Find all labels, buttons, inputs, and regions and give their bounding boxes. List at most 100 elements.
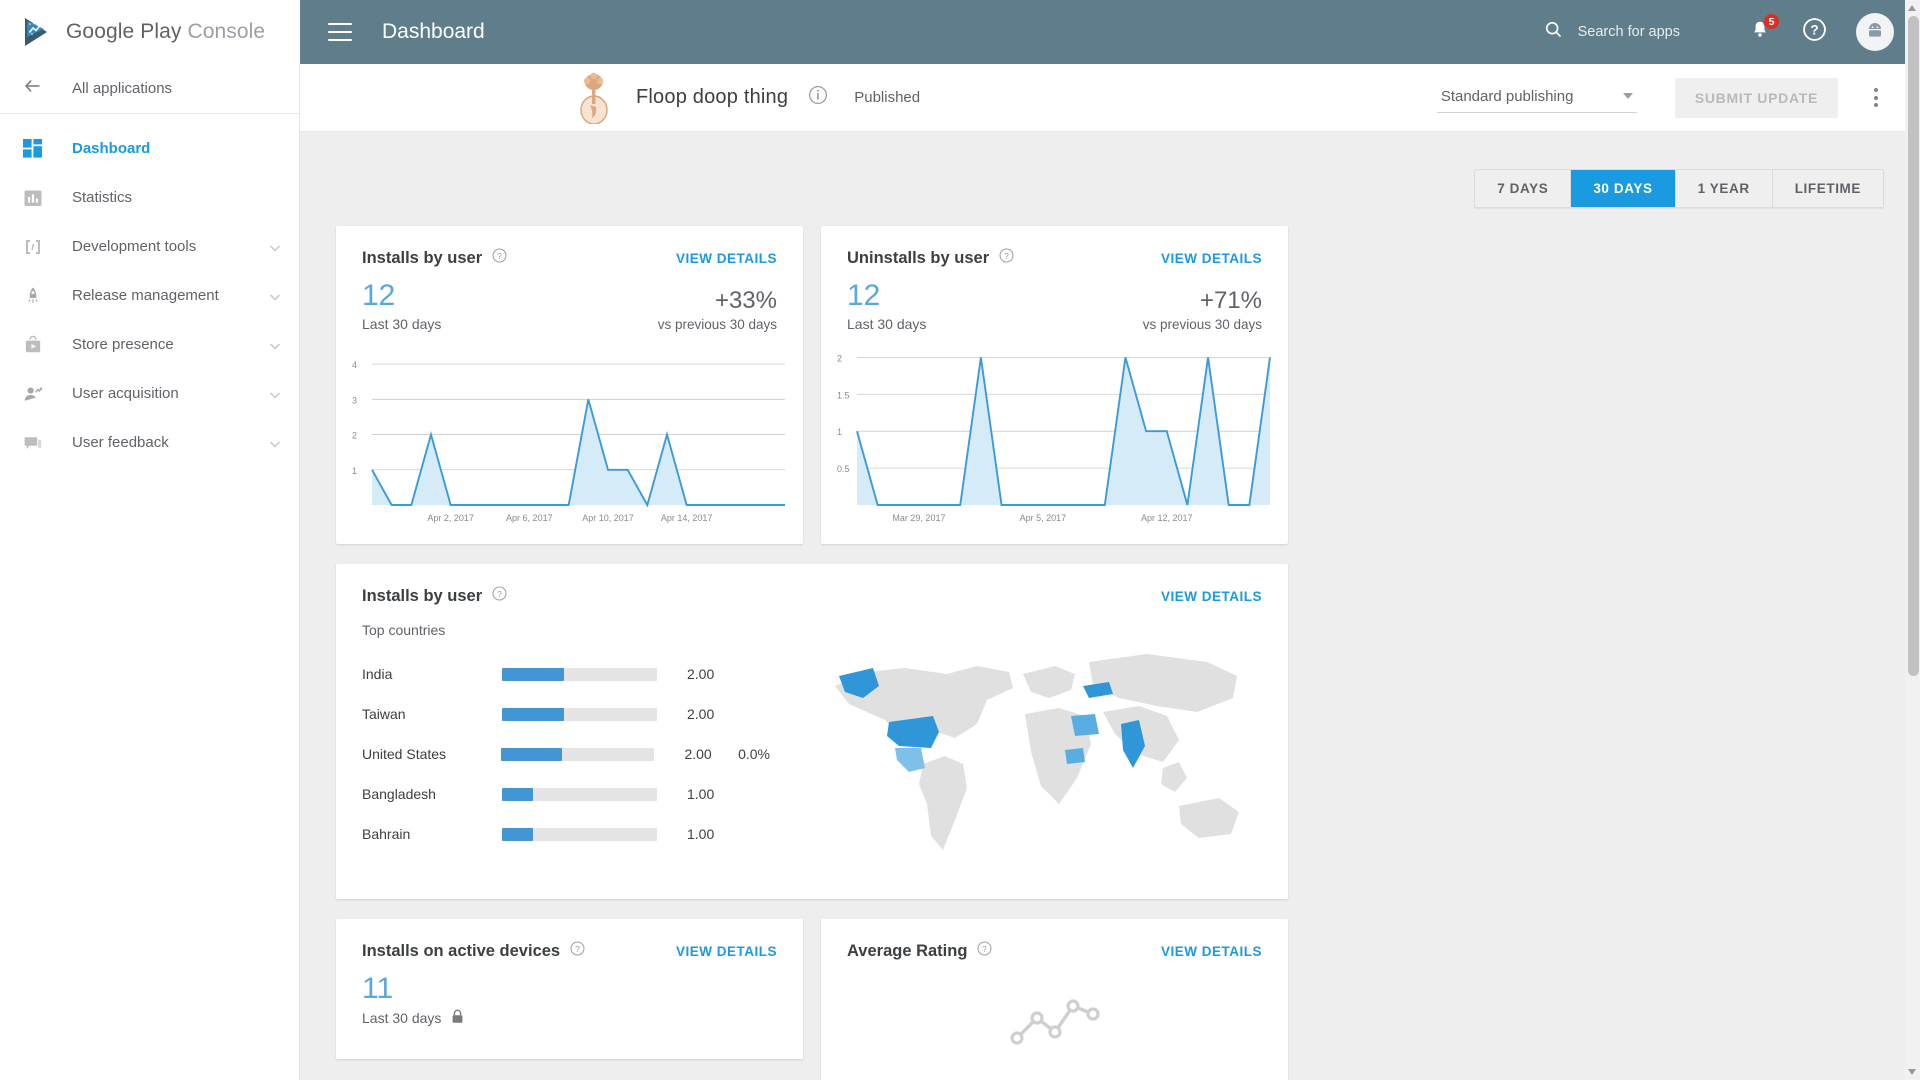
sidebar-item-store-presence[interactable]: Store presence	[0, 320, 299, 369]
card-uninstalls-by-user: Uninstalls by user ? VIEW DETAILS 12 Las…	[821, 226, 1288, 544]
country-name: India	[362, 666, 393, 682]
svg-text:3: 3	[352, 395, 357, 405]
view-details-link[interactable]: VIEW DETAILS	[1161, 251, 1262, 266]
top-bar-actions: Search for apps 5 ?	[1543, 13, 1920, 51]
country-bar	[502, 667, 657, 681]
help-circle-icon[interactable]: ?	[999, 248, 1014, 268]
kebab-menu-icon[interactable]	[1864, 82, 1888, 113]
publishing-mode-select[interactable]: Standard publishing	[1436, 83, 1637, 113]
chevron-down-icon[interactable]	[269, 339, 281, 351]
uninstalls-by-user-chart: 0.5 1 1.5 2 Mar 29, 2017 Apr 5, 2017 Apr 12, 2…	[835, 342, 1274, 532]
svg-text:Apr 12, 2017: Apr 12, 2017	[1141, 513, 1193, 523]
card-metrics: 12 Last 30 days +71% vs previous 30 days	[821, 268, 1288, 332]
help-button[interactable]: ?	[1798, 16, 1830, 48]
range-tab-lifetime[interactable]: LIFETIME	[1772, 170, 1883, 207]
svg-text:?: ?	[497, 251, 502, 261]
app-status: Published	[854, 89, 921, 106]
chevron-down-icon	[1622, 93, 1633, 99]
view-details-link[interactable]: VIEW DETAILS	[1161, 944, 1262, 959]
sidebar-nav: Dashboard Statistics Development tools R…	[0, 114, 299, 467]
svg-text:?: ?	[1810, 23, 1818, 38]
card-title: Installs on active devices	[362, 941, 561, 960]
svg-text:2: 2	[352, 430, 357, 440]
sidebar-item-release-management-label: Release management	[72, 287, 219, 304]
top-countries-list: India 2.00 Taiwan 2.00 United States 2.00 0.0%…	[336, 638, 796, 880]
range-tab-30-days[interactable]: 30 DAYS	[1571, 170, 1676, 207]
view-details-link[interactable]: VIEW DETAILS	[676, 944, 777, 959]
card-title: Installs by user	[362, 586, 483, 605]
svg-text:?: ?	[983, 944, 988, 954]
date-range-tabs: 7 DAYS 30 DAYS 1 YEAR LIFETIME	[1474, 169, 1884, 208]
country-bar	[502, 707, 657, 721]
metric-primary: 12 Last 30 days	[847, 280, 926, 332]
metric-primary: 12 Last 30 days	[362, 280, 441, 332]
hamburger-menu-icon[interactable]	[328, 23, 352, 41]
top-countries-subtitle: Top countries	[362, 622, 446, 638]
sidebar-item-store-presence-label: Store presence	[72, 336, 174, 353]
sidebar-item-user-acquisition[interactable]: User acquisition	[0, 369, 299, 418]
country-value: 1.00	[687, 786, 715, 802]
country-row: United States 2.00 0.0%	[362, 734, 770, 774]
country-bar	[502, 827, 657, 841]
range-tab-7-days[interactable]: 7 DAYS	[1475, 170, 1572, 207]
chevron-down-icon[interactable]	[269, 290, 281, 302]
card-header: Installs on active devices ? VIEW DETAIL…	[336, 919, 803, 961]
help-circle-icon[interactable]: ?	[492, 248, 507, 268]
metric-delta-period: vs previous 30 days	[657, 316, 777, 332]
dashboard-page: Google Play Console Dashboard Search for…	[0, 0, 1920, 1080]
all-applications-label: All applications	[72, 80, 173, 97]
submit-update-button[interactable]: SUBMIT UPDATE	[1674, 77, 1838, 118]
svg-text:?: ?	[575, 944, 580, 954]
notifications-button[interactable]: 5	[1744, 13, 1780, 48]
help-circle-icon[interactable]: ?	[977, 941, 992, 961]
scroll-up-arrow-icon[interactable]	[1908, 5, 1916, 11]
search-input[interactable]: Search for apps	[1543, 19, 1680, 45]
sidebar-item-dashboard-label: Dashboard	[72, 140, 151, 157]
sidebar-item-release-management[interactable]: Release management	[0, 271, 299, 320]
range-tab-1-year[interactable]: 1 YEAR	[1675, 170, 1773, 207]
card-average-rating: Average Rating ? VIEW DETAILS	[821, 919, 1288, 1080]
sidebar-item-statistics[interactable]: Statistics	[0, 173, 299, 222]
sidebar-item-user-acquisition-label: User acquisition	[72, 385, 179, 402]
info-circle-icon[interactable]	[808, 85, 828, 110]
cards-row-2: Installs by user ? VIEW DETAILS Top coun…	[336, 564, 1884, 899]
chevron-down-icon[interactable]	[269, 437, 281, 449]
metric-period: Last 30 days	[362, 1009, 442, 1026]
card-installs-by-user: Installs by user ? VIEW DETAILS 12 Last …	[336, 226, 803, 544]
all-applications-link[interactable]: All applications	[0, 64, 299, 114]
publishing-mode-value: Standard publishing	[1440, 87, 1574, 105]
help-circle-icon[interactable]: ?	[570, 941, 585, 961]
code-brackets-icon	[22, 236, 44, 258]
dashboard-scroll-area: 7 DAYS 30 DAYS 1 YEAR LIFETIME Installs …	[300, 133, 1920, 1080]
view-details-link[interactable]: VIEW DETAILS	[1161, 589, 1262, 604]
country-row: India 2.00	[362, 654, 770, 694]
metric-delta-period: vs previous 30 days	[1142, 316, 1262, 332]
installs-by-user-chart: 1 2 3 4 Apr 2, 2017 Apr 6, 2017 Apr 10, 2017 Ap…	[350, 342, 789, 532]
sidebar-item-development-tools-label: Development tools	[72, 238, 197, 255]
sidebar-item-statistics-label: Statistics	[72, 189, 133, 206]
sidebar-item-development-tools[interactable]: Development tools	[0, 222, 299, 271]
view-details-link[interactable]: VIEW DETAILS	[676, 251, 777, 266]
sidebar-item-dashboard[interactable]: Dashboard	[0, 124, 299, 173]
svg-text:Apr 6, 2017: Apr 6, 2017	[506, 513, 553, 523]
vertical-scrollbar[interactable]	[1905, 0, 1920, 1080]
country-name: Bangladesh	[362, 786, 436, 802]
svg-text:2: 2	[837, 353, 842, 363]
speech-bubble-icon	[22, 432, 44, 454]
avatar[interactable]	[1856, 13, 1894, 51]
help-circle-icon[interactable]: ?	[492, 586, 507, 606]
bar-chart-icon	[22, 187, 44, 209]
svg-text:Apr 5, 2017: Apr 5, 2017	[1020, 513, 1067, 523]
svg-text:4: 4	[352, 360, 357, 370]
card-header: Average Rating ? VIEW DETAILS	[821, 919, 1288, 961]
country-value: 2.00	[684, 746, 712, 762]
chevron-down-icon[interactable]	[269, 241, 281, 253]
country-value: 1.00	[687, 826, 715, 842]
scroll-down-arrow-icon[interactable]	[1908, 1069, 1916, 1075]
cards-container: Installs by user ? VIEW DETAILS 12 Last …	[300, 208, 1920, 1080]
country-name: Taiwan	[362, 706, 406, 722]
sidebar-item-user-feedback[interactable]: User feedback	[0, 418, 299, 467]
scrollbar-thumb[interactable]	[1908, 16, 1919, 676]
svg-text:Apr 10, 2017: Apr 10, 2017	[582, 513, 634, 523]
chevron-down-icon[interactable]	[269, 388, 281, 400]
